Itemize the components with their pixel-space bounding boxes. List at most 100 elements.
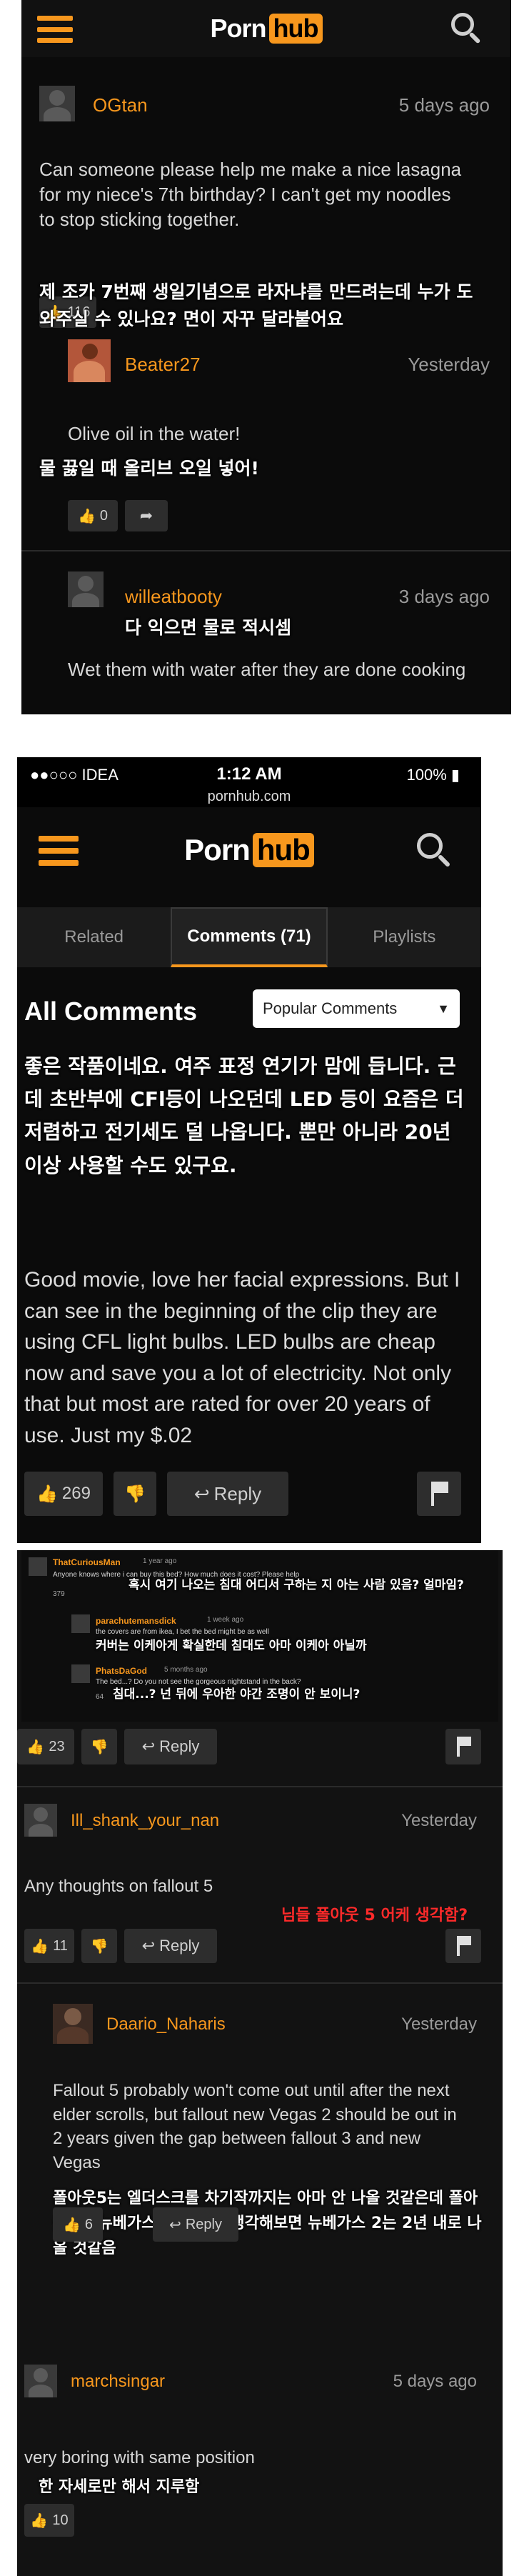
dislike-button[interactable]: 👎: [81, 1729, 117, 1764]
translation-caption: 혹시 여기 나오는 침대 어디서 구하는 지 아는 사람 있음? 얼마임?: [128, 1578, 464, 1592]
like-button[interactable]: 👍 6: [53, 2207, 103, 2242]
avatar[interactable]: [29, 1557, 47, 1576]
tab-related[interactable]: Related: [17, 907, 171, 967]
comment-username[interactable]: Daario_Naharis: [106, 2015, 226, 2035]
thumbs-up-icon: 👍: [77, 508, 96, 524]
comment-username[interactable]: PhatsDaGod: [96, 1666, 147, 1676]
sort-select[interactable]: Popular Comments ▼: [253, 989, 460, 1028]
logo-badge: hub: [252, 833, 314, 867]
sort-select-value: Popular Comments: [263, 999, 398, 1017]
site-header: Porn hub: [21, 0, 511, 57]
translation-caption: 님들 폴아웃 5 어케 생각함?: [281, 1907, 468, 1924]
dislike-button[interactable]: 👎: [114, 1472, 156, 1516]
translation-caption: 폴아웃5는 엘더스크롤 차기작까지는 아마 안 나올 것같은데 폴아웃3랑 뉴베…: [53, 2190, 482, 2258]
reply-arrow-icon: ↩: [141, 1937, 156, 1955]
search-icon[interactable]: [417, 833, 453, 869]
logo-badge: hub: [268, 14, 323, 44]
translation-caption: 물 끓일 때 올리브 오일 넣어!: [39, 458, 259, 479]
avatar[interactable]: [68, 339, 111, 382]
reply-button[interactable]: ➦: [125, 500, 168, 531]
avatar[interactable]: [71, 1664, 90, 1683]
reply-comment: Daario_Naharis Yesterday Fallout 5 proba…: [17, 1993, 503, 2365]
flag-icon[interactable]: [445, 1729, 481, 1764]
tab-playlists[interactable]: Playlists: [328, 907, 481, 967]
site-logo[interactable]: Porn hub: [184, 833, 314, 867]
reply-comment: willeatbooty 3 days ago 다 익으면 물로 적시셈 Wet…: [21, 557, 511, 714]
comment-text: very boring with same position: [24, 2448, 255, 2467]
avatar[interactable]: [53, 2004, 93, 2044]
hamburger-icon[interactable]: [39, 836, 79, 866]
section-title: All Comments: [24, 997, 198, 1026]
like-button[interactable]: 👍 11: [24, 1929, 74, 1963]
comment-date: 1 week ago: [207, 1616, 244, 1624]
reply-arrow-icon: ↩: [141, 1737, 156, 1755]
embedded-thread: ThatCuriousMan 1 year ago Anyone knows w…: [21, 1550, 498, 1722]
reply-label: Reply: [159, 1937, 200, 1955]
reply-button[interactable]: ↩ Reply: [124, 1929, 217, 1963]
avatar[interactable]: [39, 86, 75, 121]
comment-text: Can someone please help me make a nice l…: [39, 159, 462, 231]
like-count: 64: [96, 1693, 104, 1701]
comment-date: 1 year ago: [143, 1557, 177, 1565]
comment-date: Yesterday: [401, 1811, 477, 1830]
thumbs-up-icon: 👍: [30, 2512, 49, 2529]
screenshot-panel-3: ThatCuriousMan 1 year ago Anyone knows w…: [17, 1550, 503, 2576]
flag-icon[interactable]: [445, 1929, 481, 1963]
ios-status-bar: ●●○○○ IDEA 1:12 AM 100% ▮ pornhub.com: [17, 757, 481, 807]
avatar[interactable]: [68, 571, 104, 607]
comment-username[interactable]: parachutemansdick: [96, 1616, 176, 1626]
comment-username[interactable]: ThatCuriousMan: [53, 1557, 121, 1567]
comment-date: 3 days ago: [398, 586, 490, 607]
like-count: 0: [99, 507, 109, 524]
flag-icon[interactable]: [417, 1472, 461, 1516]
like-count: 23: [49, 1738, 65, 1754]
comment-text: Good movie, love her facial expressions.…: [24, 1268, 460, 1447]
comment: OGtan 5 days ago Can someone please help…: [21, 79, 511, 350]
like-button[interactable]: 👍 10: [24, 2504, 74, 2537]
comment-username[interactable]: Beater27: [125, 354, 201, 376]
reply-button[interactable]: ↩ Reply: [167, 1472, 288, 1516]
battery-percent: 100%: [406, 766, 447, 784]
translation-caption: 제 조카 7번째 생일기념으로 라자냐를 만드려는데 누가 도와주실 수 있나요…: [39, 281, 473, 329]
site-logo[interactable]: Porn hub: [211, 14, 323, 44]
like-button[interactable]: 👍 0: [68, 500, 118, 531]
battery-indicator: 100% ▮: [406, 766, 460, 784]
thumbs-up-icon: 👍: [62, 2217, 81, 2233]
comment-text: the covers are from ikea, I bet the bed …: [96, 1628, 269, 1636]
reply-button[interactable]: ↩ Reply: [124, 1729, 217, 1764]
hamburger-icon[interactable]: [37, 16, 73, 43]
reply-comment: Beater27 Yesterday Olive oil in the wate…: [21, 325, 511, 539]
comment-username[interactable]: marchsingar: [71, 2372, 165, 2392]
translation-caption: 다 익으면 물로 적시셈: [125, 617, 292, 638]
comment-text: Fallout 5 probably won't come out until …: [53, 2081, 457, 2172]
search-icon[interactable]: [451, 13, 483, 44]
reply-button[interactable]: ↩ Reply: [153, 2207, 238, 2242]
comment-date: 5 days ago: [393, 2372, 477, 2391]
reply-label: Reply: [185, 2216, 222, 2232]
thumbs-down-icon: 👎: [90, 1938, 109, 1955]
avatar[interactable]: [24, 2365, 57, 2397]
comment-username[interactable]: OGtan: [93, 94, 148, 116]
translation-caption: 침대...? 넌 뒤에 우아한 야간 조명이 안 보이니?: [113, 1687, 361, 1702]
dislike-button[interactable]: 👎: [81, 1929, 117, 1963]
reply-arrow-icon: ↩: [193, 1482, 210, 1504]
battery-icon: ▮: [450, 766, 460, 784]
translation-caption: 커버는 이케아게 확실한데 침대도 아마 이케아 아닐까: [96, 1639, 367, 1653]
comment-text: Any thoughts on fallout 5: [24, 1877, 213, 1896]
tab-comments[interactable]: Comments (71): [171, 907, 328, 967]
video-tabs: Related Comments (71) Playlists: [17, 907, 481, 967]
divider: [17, 1786, 503, 1787]
comment-date: 5 days ago: [398, 94, 490, 116]
comment-date: 5 months ago: [164, 1666, 208, 1674]
like-count: 6: [84, 2216, 94, 2232]
comment-username[interactable]: willeatbooty: [125, 586, 222, 608]
comment-username[interactable]: Ill_shank_your_nan: [71, 1811, 219, 1831]
comment: marchsingar 5 days ago very boring with …: [17, 2357, 503, 2572]
like-button[interactable]: 👍 23: [17, 1729, 74, 1764]
chevron-down-icon: ▼: [437, 1001, 450, 1016]
thumbs-down-icon: 👎: [90, 1739, 109, 1755]
avatar[interactable]: [71, 1614, 90, 1633]
like-button[interactable]: 👍 269: [24, 1472, 103, 1516]
avatar[interactable]: [24, 1804, 57, 1837]
address-bar-url[interactable]: pornhub.com: [17, 789, 481, 805]
